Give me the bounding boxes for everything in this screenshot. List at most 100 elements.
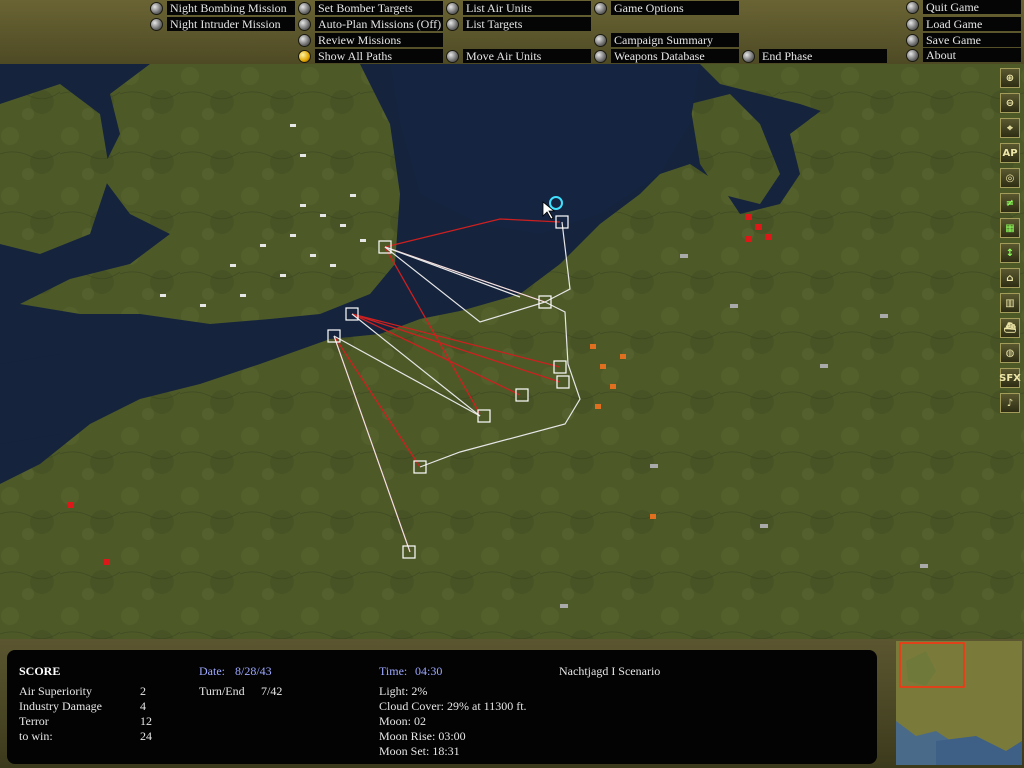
score-label: Terror (19, 714, 49, 728)
status-panel: SCORE Air Superiority 2 Industry Damage … (0, 639, 1024, 768)
unit-marker (560, 604, 568, 608)
radar-icon[interactable]: ◍ (1000, 343, 1020, 363)
unit-marker (240, 294, 246, 297)
sfx-icon[interactable]: SFX (999, 368, 1021, 388)
unit-marker (330, 264, 336, 267)
score-value: 12 (140, 714, 152, 728)
led-icon (298, 1, 311, 15)
unit-marker (320, 214, 326, 217)
unit-marker (230, 264, 236, 267)
unit-marker (880, 314, 888, 318)
game-options-button[interactable]: Game Options (594, 1, 739, 15)
turn-label: Turn/End (199, 684, 245, 698)
date-label: Date: (199, 664, 225, 678)
music-icon[interactable]: ♪ (1000, 393, 1020, 413)
minimap-svg (896, 641, 1022, 765)
score-value: 24 (140, 729, 152, 743)
unit-marker (730, 304, 738, 308)
score-title: SCORE (19, 664, 61, 678)
center-icon[interactable]: ⌖ (1000, 118, 1020, 138)
target-city (620, 354, 626, 359)
move-air-units-button[interactable]: Move Air Units (446, 49, 591, 63)
quit-game-button[interactable]: Quit Game (906, 0, 1021, 14)
night-intruder-mission-button[interactable]: Night Intruder Mission (150, 17, 295, 31)
map-svg (0, 64, 1024, 639)
target-city (600, 364, 606, 369)
unit-marker (290, 124, 296, 127)
map-toolbar: ⊕ ⊖ ⌖ AP ◎ ≠ ▦ ↕ ⌂ ▥ ⛴ ◍ SFX ♪ (998, 64, 1024, 424)
turn-value: 7/42 (261, 684, 283, 698)
unit-marker (160, 294, 166, 297)
moon-set-text: Moon Set: 18:31 (379, 744, 460, 758)
unit-marker (680, 254, 688, 258)
score-label: Industry Damage (19, 699, 102, 713)
cloud-cover-text: Cloud Cover: 29% at 11300 ft. (379, 699, 527, 713)
night-bombing-mission-button[interactable]: Night Bombing Mission (150, 1, 295, 15)
led-icon (446, 17, 459, 31)
about-button[interactable]: About (906, 48, 1021, 62)
show-all-paths-button[interactable]: Show All Paths (298, 49, 443, 63)
unit-marker (310, 254, 316, 257)
led-icon (298, 17, 311, 31)
unit-marker (290, 234, 296, 237)
zoom-out-icon[interactable]: ⊖ (1000, 93, 1020, 113)
ap-icon[interactable]: AP (1000, 143, 1020, 163)
city-icon[interactable]: ▥ (1000, 293, 1020, 313)
set-bomber-targets-button[interactable]: Set Bomber Targets (298, 1, 443, 15)
unit-marker (300, 154, 306, 157)
led-icon (742, 49, 755, 63)
airfield-icon[interactable]: ▦ (1000, 218, 1020, 238)
score-value: 4 (140, 699, 146, 713)
target-city (104, 559, 110, 565)
top-menu-bar: Night Bombing Mission Night Intruder Mis… (0, 0, 1024, 64)
led-icon (298, 33, 311, 47)
led-on-icon (298, 49, 311, 63)
target-city (610, 384, 616, 389)
list-air-units-button[interactable]: List Air Units (446, 1, 591, 15)
target-city (755, 224, 762, 230)
weather-icon[interactable]: ≠ (1000, 193, 1020, 213)
target-city (650, 514, 656, 519)
score-label: Air Superiority (19, 684, 92, 698)
led-icon (594, 33, 607, 47)
auto-plan-missions-button[interactable]: Auto-Plan Missions (Off) (298, 17, 443, 31)
unit-marker (820, 364, 828, 368)
led-icon (150, 17, 163, 31)
target-city (765, 234, 772, 240)
ship-icon[interactable]: ⛴ (1000, 318, 1020, 338)
unit-marker (650, 464, 658, 468)
led-icon (446, 1, 459, 15)
target-icon[interactable]: ◎ (1000, 168, 1020, 188)
zoom-in-icon[interactable]: ⊕ (1000, 68, 1020, 88)
list-targets-button[interactable]: List Targets (446, 17, 591, 31)
unit-marker (200, 304, 206, 307)
led-icon (446, 49, 459, 63)
unit-marker (760, 524, 768, 528)
save-game-button[interactable]: Save Game (906, 33, 1021, 47)
score-value: 2 (140, 684, 146, 698)
led-icon (906, 0, 919, 14)
led-icon (906, 33, 919, 47)
score-label: to win: (19, 729, 53, 743)
target-city (595, 404, 601, 409)
factory-icon[interactable]: ⌂ (1000, 268, 1020, 288)
light-text: Light: 2% (379, 684, 428, 698)
led-icon (906, 48, 919, 62)
unit-marker (300, 204, 306, 207)
unit-marker (280, 274, 286, 277)
led-icon (594, 1, 607, 15)
weapons-database-button[interactable]: Weapons Database (594, 49, 739, 63)
info-box: SCORE Air Superiority 2 Industry Damage … (7, 650, 877, 764)
review-missions-button[interactable]: Review Missions (298, 33, 443, 47)
time-label: Time: (379, 664, 408, 678)
load-game-button[interactable]: Load Game (906, 17, 1021, 31)
led-icon (906, 17, 919, 31)
end-phase-button[interactable]: End Phase (742, 49, 887, 63)
campaign-summary-button[interactable]: Campaign Summary (594, 33, 739, 47)
minimap[interactable] (896, 641, 1022, 765)
target-city (590, 344, 596, 349)
campaign-map[interactable] (0, 64, 1024, 639)
flak-icon[interactable]: ↕ (1000, 243, 1020, 263)
moon-rise-text: Moon Rise: 03:00 (379, 729, 466, 743)
target-city (68, 502, 74, 508)
